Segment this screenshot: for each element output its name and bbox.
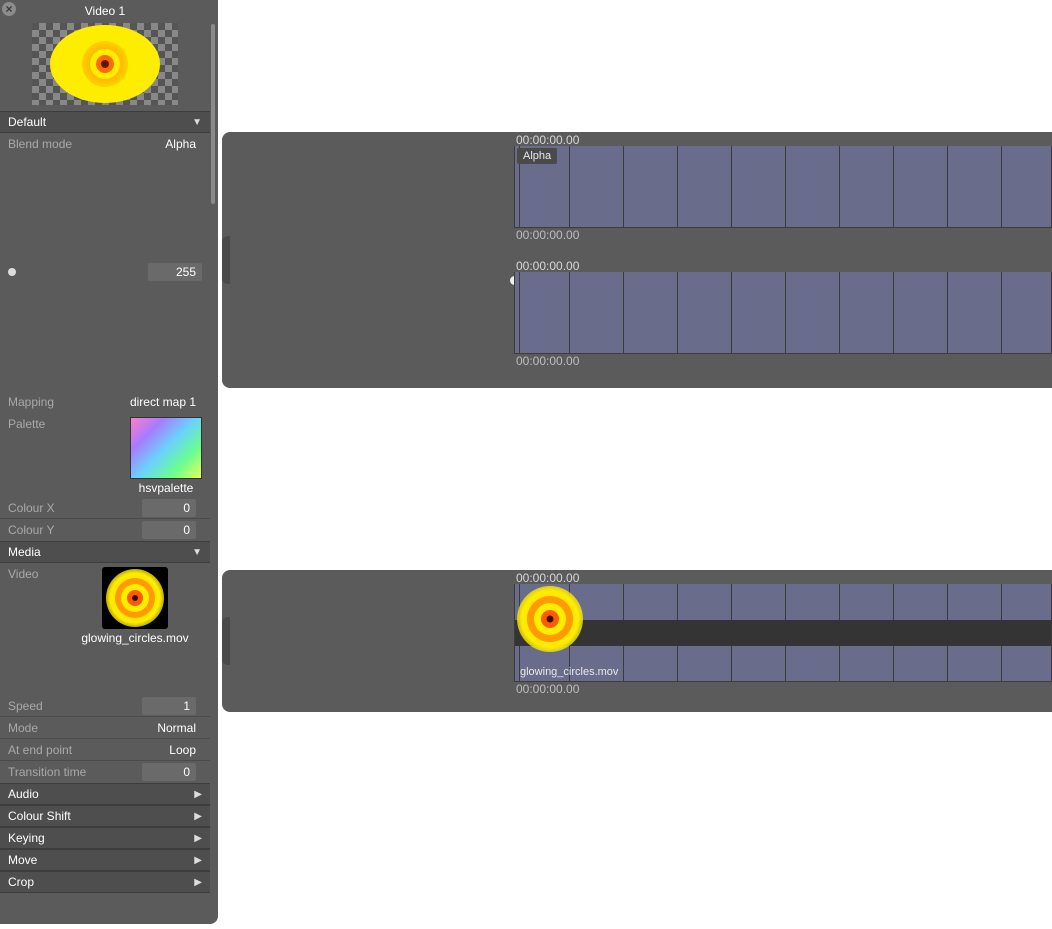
section-label: Colour Shift xyxy=(8,809,71,823)
section-crop[interactable]: Crop ▶ xyxy=(0,871,210,893)
group-collapse-handle[interactable] xyxy=(222,236,230,284)
timecode-out: 00:00:00.00 xyxy=(516,682,579,696)
prop-label: Colour Y xyxy=(8,523,88,537)
chevron-right-icon: ▶ xyxy=(194,811,202,822)
prop-label: At end point xyxy=(8,743,88,757)
prop-value[interactable]: Loop xyxy=(88,743,202,757)
slider-handle-icon[interactable] xyxy=(8,268,16,276)
prop-label: Mapping xyxy=(8,395,88,409)
prop-transition-time[interactable]: Transition time 0 xyxy=(0,761,210,783)
timeline-group-1: 00:00:00.00 Alpha 00:00:00.00 00:00:00.0… xyxy=(222,132,1052,388)
section-label: Crop xyxy=(8,875,34,889)
prop-label: Mode xyxy=(8,721,88,735)
timecode-out: 00:00:00.00 xyxy=(516,354,579,368)
timeline-track-opacity[interactable]: 00:00:00.00 00:00:00.00 xyxy=(514,260,1052,368)
prop-mapping[interactable]: Mapping direct map 1 xyxy=(0,391,210,413)
section-keying[interactable]: Keying ▶ xyxy=(0,827,210,849)
clip-band[interactable] xyxy=(515,620,1051,646)
layer-preview[interactable] xyxy=(32,23,178,105)
glowing-circles-icon xyxy=(106,569,164,627)
timeline-track-blend[interactable]: 00:00:00.00 Alpha 00:00:00.00 xyxy=(514,134,1052,242)
panel-title-row: Video 1 xyxy=(0,0,210,21)
section-audio[interactable]: Audio ▶ xyxy=(0,783,210,805)
chevron-down-icon: ▼ xyxy=(192,117,202,128)
glowing-circles-icon xyxy=(517,586,583,652)
prop-colour-x[interactable]: Colour X 0 xyxy=(0,497,210,519)
section-default[interactable]: Default ▼ xyxy=(0,111,210,133)
section-label: Keying xyxy=(8,831,45,845)
panel-title: Video 1 xyxy=(85,4,125,18)
chevron-right-icon: ▶ xyxy=(194,789,202,800)
prop-speed[interactable]: Speed 1 xyxy=(0,695,210,717)
keyframe-chip[interactable]: Alpha xyxy=(517,148,557,164)
section-colour-shift[interactable]: Colour Shift ▶ xyxy=(0,805,210,827)
opacity-slider[interactable]: 255 xyxy=(0,261,210,283)
video-filename: glowing_circles.mov xyxy=(81,629,188,645)
group-collapse-handle[interactable] xyxy=(222,617,230,665)
prop-label: Blend mode xyxy=(8,137,88,151)
prop-value[interactable]: Alpha xyxy=(88,137,202,151)
chevron-right-icon: ▶ xyxy=(194,855,202,866)
chevron-right-icon: ▶ xyxy=(194,833,202,844)
timecode-in: 00:00:00.00 xyxy=(516,259,579,273)
prop-value[interactable]: Normal xyxy=(88,721,202,735)
glowing-circles-icon xyxy=(75,34,135,94)
timeline-area: 00:00:00.00 Alpha 00:00:00.00 00:00:00.0… xyxy=(218,0,1052,929)
clip-thumbnail[interactable] xyxy=(517,586,583,652)
prop-value[interactable]: direct map 1 xyxy=(88,395,202,409)
prop-label: Video xyxy=(8,567,68,645)
timeline-grid xyxy=(515,146,1051,227)
section-label: Media xyxy=(8,545,41,559)
prop-value[interactable]: 0 xyxy=(142,763,196,781)
timecode-in: 00:00:00.00 xyxy=(516,571,579,585)
prop-label: Palette xyxy=(8,417,88,495)
prop-label: Transition time xyxy=(8,765,118,779)
section-label: Move xyxy=(8,853,37,867)
section-media[interactable]: Media ▼ xyxy=(0,541,210,563)
timeline-track-video[interactable]: 00:00:00.00 glowing_circles.mov 0 xyxy=(514,572,1052,696)
timecode-out: 00:00:00.00 xyxy=(516,228,579,242)
prop-mode[interactable]: Mode Normal xyxy=(0,717,210,739)
timeline-group-2: 00:00:00.00 glowing_circles.mov 0 xyxy=(222,570,1052,712)
opacity-value[interactable]: 255 xyxy=(148,263,202,281)
video-thumbnail[interactable] xyxy=(102,567,168,629)
section-move[interactable]: Move ▶ xyxy=(0,849,210,871)
prop-palette[interactable]: Palette hsvpalette xyxy=(0,413,210,497)
prop-value[interactable]: 1 xyxy=(142,697,196,715)
prop-video[interactable]: Video glowing_circles.mov xyxy=(0,563,210,647)
panel-scrollbar[interactable] xyxy=(211,24,215,204)
chevron-down-icon: ▼ xyxy=(192,547,202,558)
close-icon[interactable] xyxy=(2,2,16,16)
prop-label: Speed xyxy=(8,699,88,713)
prop-value[interactable]: 0 xyxy=(142,499,196,517)
prop-label: Colour X xyxy=(8,501,88,515)
prop-colour-y[interactable]: Colour Y 0 xyxy=(0,519,210,541)
chevron-right-icon: ▶ xyxy=(194,877,202,888)
prop-blend-mode[interactable]: Blend mode Alpha xyxy=(0,133,210,155)
prop-at-end[interactable]: At end point Loop xyxy=(0,739,210,761)
section-label: Default xyxy=(8,115,46,129)
palette-name: hsvpalette xyxy=(130,479,202,495)
prop-value[interactable]: 0 xyxy=(142,521,196,539)
timecode-in: 00:00:00.00 xyxy=(516,133,579,147)
properties-panel: Video 1 Default ▼ Blend mode Alpha 255 M… xyxy=(0,0,218,924)
section-label: Audio xyxy=(8,787,39,801)
palette-swatch[interactable] xyxy=(130,417,202,479)
timeline-grid xyxy=(515,272,1051,353)
clip-filename: glowing_circles.mov xyxy=(517,665,621,679)
